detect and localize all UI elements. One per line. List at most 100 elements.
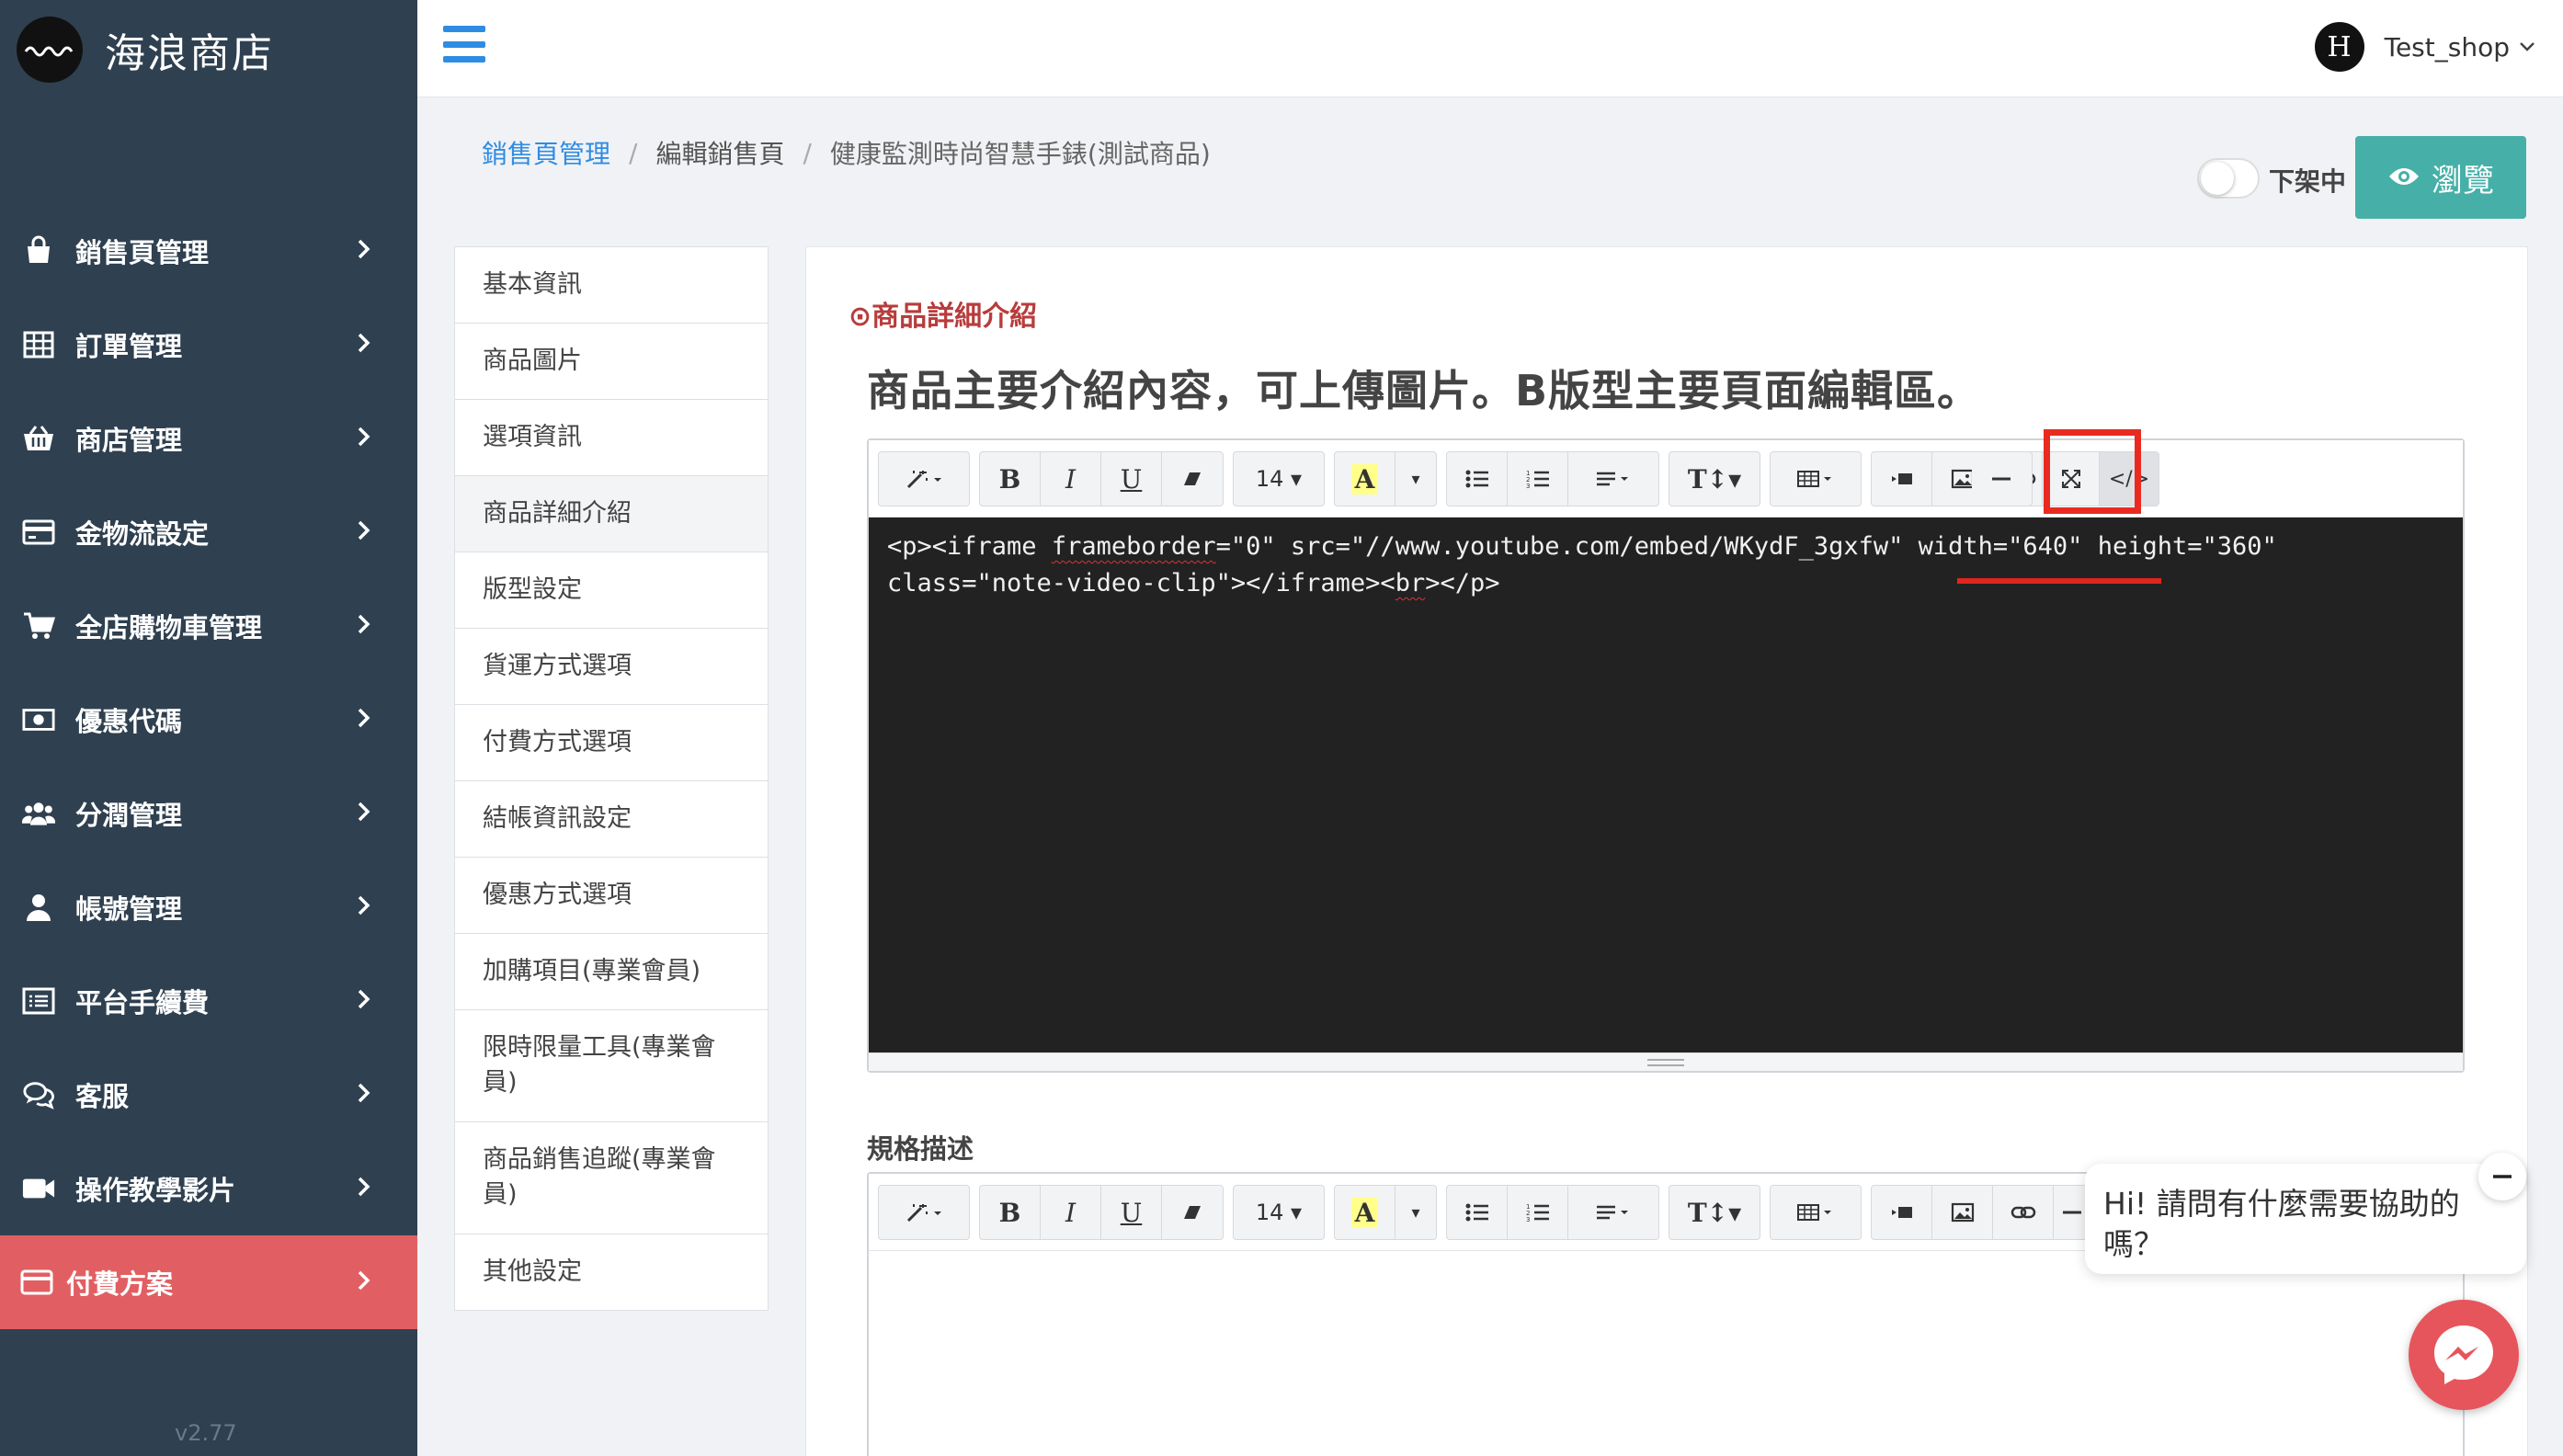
shopping-bag-icon <box>22 234 55 267</box>
bold-icon[interactable]: B <box>980 1186 1041 1239</box>
table-icon[interactable] <box>1771 1186 1861 1239</box>
underline-icon[interactable]: U <box>1101 452 1162 506</box>
tab-limited-time-tools[interactable]: 限時限量工具(專業會員) <box>455 1010 768 1122</box>
section-title: ⊙商品詳細介紹 <box>849 301 1038 333</box>
credit-card-icon <box>22 516 55 549</box>
hr-group <box>1972 451 2033 506</box>
tab-product-images[interactable]: 商品圖片 <box>455 324 768 400</box>
bullet-list-icon[interactable] <box>1447 452 1508 506</box>
magic-wand-icon[interactable] <box>879 452 969 506</box>
page-title: 商品主要介紹內容，可上傳圖片。B版型主要頁面編輯區。 <box>867 366 1981 415</box>
eye-icon <box>2387 159 2421 196</box>
italic-icon[interactable]: I <box>1041 1186 1101 1239</box>
card-icon <box>20 1266 53 1299</box>
magic-wand-icon[interactable] <box>879 1186 969 1239</box>
line-height-group: T↕▾ <box>1669 451 1760 506</box>
settings-tab-list: 基本資訊 商品圖片 選項資訊 商品詳細介紹 版型設定 貨運方式選項 付費方式選項… <box>454 246 769 1311</box>
italic-icon[interactable]: I <box>1041 452 1101 506</box>
chevron-right-icon <box>357 426 371 451</box>
tab-payment-options[interactable]: 付費方式選項 <box>455 705 768 781</box>
tab-layout-settings[interactable]: 版型設定 <box>455 552 768 629</box>
breadcrumb: 銷售頁管理 / 編輯銷售頁 / 健康監測時尚智慧手錶(測試商品) <box>482 134 1211 171</box>
horizontal-rule-icon[interactable] <box>1972 452 2031 506</box>
sidebar-item-store-cart[interactable]: 全店購物車管理 <box>0 579 417 673</box>
sidebar-item-platform-fees[interactable]: 平台手續費 <box>0 954 417 1048</box>
color-group: A ▾ <box>1334 451 1437 506</box>
listing-status-label: 下架中 <box>2269 166 2347 197</box>
bullet-list-icon[interactable] <box>1447 1186 1508 1239</box>
sidebar-item-account[interactable]: 帳號管理 <box>0 860 417 954</box>
sidebar-item-coupons[interactable]: 優惠代碼 <box>0 673 417 767</box>
app-version: v2.77 <box>175 1420 237 1446</box>
user-menu[interactable]: H Test_shop <box>2314 22 2535 72</box>
sidebar-item-label: 銷售頁管理 <box>75 237 210 268</box>
text-height-icon[interactable]: T↕▾ <box>1669 452 1760 506</box>
sidebar-item-tutorial-videos[interactable]: 操作教學影片 <box>0 1142 417 1235</box>
eraser-icon[interactable] <box>1162 452 1223 506</box>
user-icon <box>22 891 55 924</box>
editor-resize-handle[interactable] <box>869 1052 2463 1071</box>
align-dropdown-icon[interactable] <box>1568 1186 1658 1239</box>
tab-sales-tracking[interactable]: 商品銷售追蹤(專業會員) <box>455 1122 768 1234</box>
link-icon[interactable] <box>1993 1186 2054 1239</box>
brand-name: 海浪商店 <box>105 30 274 77</box>
font-size-dropdown[interactable]: 14 ▾ <box>1234 452 1324 506</box>
chevron-right-icon <box>357 613 371 639</box>
tab-other-settings[interactable]: 其他設定 <box>455 1234 768 1310</box>
top-bar: H Test_shop <box>417 0 2563 97</box>
sidebar-item-orders[interactable]: 訂單管理 <box>0 298 417 392</box>
video-icon[interactable] <box>1872 1186 1932 1239</box>
tab-add-on-items[interactable]: 加購項目(專業會員) <box>455 934 768 1010</box>
sidebar-item-pricing-plans[interactable]: 付費方案 <box>0 1235 417 1329</box>
chevron-right-icon <box>357 519 371 545</box>
eraser-icon[interactable] <box>1162 1186 1223 1239</box>
sidebar-item-store[interactable]: 商店管理 <box>0 392 417 485</box>
sidebar: 海浪商店 銷售頁管理 訂單管理 商店管理 金物流設定 全店購物車管理 優惠代碼 … <box>0 0 417 1456</box>
sidebar-item-customer-service[interactable]: 客服 <box>0 1048 417 1142</box>
sidebar-item-sales-pages[interactable]: 銷售頁管理 <box>0 204 417 298</box>
breadcrumb-edit-page: 編輯銷售頁 <box>655 139 785 169</box>
minimize-icon[interactable] <box>2478 1153 2526 1200</box>
highlight-color-icon[interactable]: A <box>1335 1186 1395 1239</box>
sidebar-item-label: 優惠代碼 <box>75 706 183 737</box>
sidebar-item-payment-logistics[interactable]: 金物流設定 <box>0 485 417 579</box>
chevron-right-icon <box>357 1269 371 1295</box>
tab-option-info[interactable]: 選項資訊 <box>455 400 768 476</box>
sidebar-item-label: 全店購物車管理 <box>75 612 263 643</box>
color-dropdown-icon[interactable]: ▾ <box>1395 1186 1436 1239</box>
hamburger-menu-icon[interactable] <box>443 26 485 63</box>
tab-discount-options[interactable]: 優惠方式選項 <box>455 858 768 934</box>
messenger-chat-button[interactable] <box>2409 1300 2519 1410</box>
preview-button-label: 瀏覽 <box>2432 162 2494 199</box>
image-icon[interactable] <box>1932 1186 1993 1239</box>
text-height-icon[interactable]: T↕▾ <box>1669 1186 1760 1239</box>
chat-greeting-bubble[interactable]: Hi! 請問有什麼需要協助的嗎？ <box>2085 1164 2526 1274</box>
chevron-right-icon <box>357 1082 371 1108</box>
sidebar-item-label: 金物流設定 <box>75 518 210 550</box>
bold-icon[interactable]: B <box>980 452 1041 506</box>
table-grid-icon <box>22 328 55 361</box>
align-dropdown-icon[interactable] <box>1568 452 1658 506</box>
numbered-list-icon[interactable]: 123 <box>1508 1186 1568 1239</box>
tab-product-details[interactable]: 商品詳細介紹 <box>455 476 768 552</box>
listing-status-toggle[interactable] <box>2197 158 2260 199</box>
font-size-dropdown[interactable]: 14 ▾ <box>1234 1186 1324 1239</box>
list-icon <box>22 984 55 1018</box>
underline-icon[interactable]: U <box>1101 1186 1162 1239</box>
tab-basic-info[interactable]: 基本資訊 <box>455 247 768 324</box>
table-icon[interactable] <box>1771 452 1861 506</box>
svg-text:3: 3 <box>1526 1216 1530 1223</box>
highlight-color-icon[interactable]: A <box>1335 452 1395 506</box>
numbered-list-icon[interactable]: 123 <box>1508 452 1568 506</box>
brand[interactable]: 海浪商店 <box>17 13 274 86</box>
video-icon[interactable] <box>1872 452 1932 506</box>
spec-editor-body[interactable] <box>869 1251 2463 1456</box>
breadcrumb-link-sales-pages[interactable]: 銷售頁管理 <box>482 134 610 171</box>
code-editor-area[interactable]: <p><iframe frameborder="0" src="//www.yo… <box>869 518 2463 1054</box>
color-dropdown-icon[interactable]: ▾ <box>1395 452 1436 506</box>
tab-checkout-settings[interactable]: 結帳資訊設定 <box>455 781 768 858</box>
tab-shipping-options[interactable]: 貨運方式選項 <box>455 629 768 705</box>
preview-button[interactable]: 瀏覽 <box>2355 136 2526 219</box>
sidebar-item-profit-sharing[interactable]: 分潤管理 <box>0 767 417 860</box>
product-detail-editor: B I U 14 ▾ A ▾ 123 T↕▾ </> <p><iframe fr… <box>867 429 2465 1073</box>
